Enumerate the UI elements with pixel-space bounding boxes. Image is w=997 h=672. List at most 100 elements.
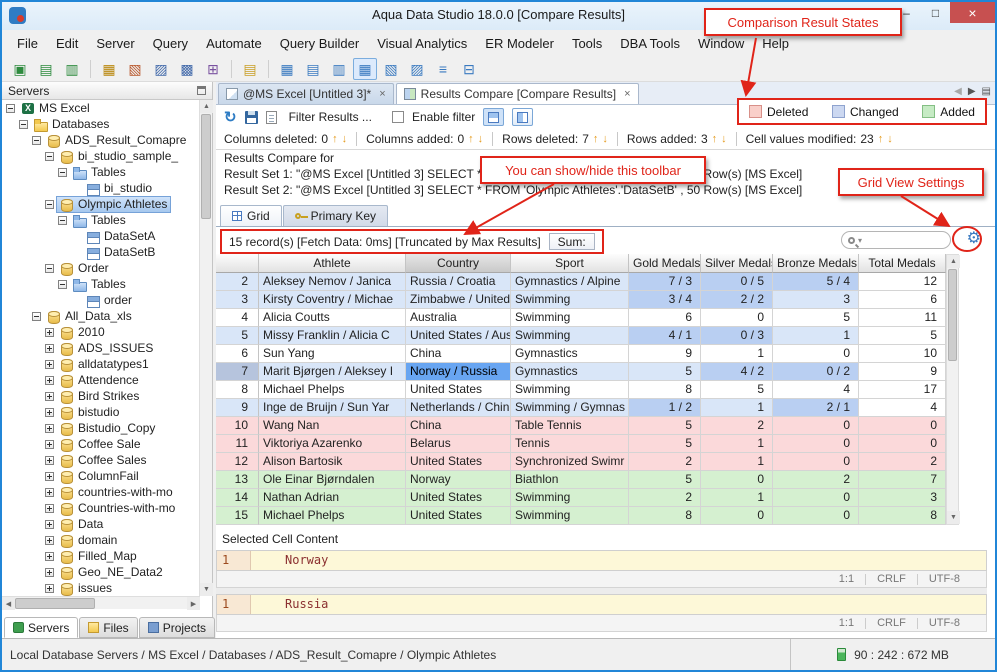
cell-sport[interactable]: Swimming [511, 381, 629, 399]
tree-item-all-data-xls[interactable]: All_Data_xls [2, 308, 200, 324]
cell-silver[interactable]: 0 / 5 [701, 273, 773, 291]
cell-gold[interactable]: 7 / 3 [629, 273, 701, 291]
expand-toggle-icon[interactable] [45, 567, 54, 577]
collapse-toggle-icon[interactable] [45, 151, 54, 161]
tree-item-olympic-athletes[interactable]: Olympic Athletes [2, 195, 200, 213]
cell-total[interactable]: 8 [859, 507, 946, 525]
expand-toggle-icon[interactable] [45, 583, 54, 593]
cell-silver[interactable]: 0 [701, 507, 773, 525]
row-number[interactable]: 2 [216, 273, 259, 291]
print-preview-icon[interactable] [265, 110, 277, 124]
expand-toggle-icon[interactable] [45, 503, 54, 513]
tree-item-bistudio-copy[interactable]: Bistudio_Copy [2, 420, 200, 436]
previous-difference-button[interactable]: ↑ [593, 133, 599, 145]
cell-total[interactable]: 2 [859, 453, 946, 471]
cell-sport[interactable]: Gymnastics / Alpine [511, 273, 629, 291]
expand-toggle-icon[interactable] [45, 359, 54, 369]
next-difference-button[interactable]: ↓ [602, 133, 608, 145]
cell-country[interactable]: United States / Aus [406, 327, 511, 345]
filter-results-label[interactable]: Filter Results ... [289, 110, 372, 124]
expand-toggle-icon[interactable] [45, 455, 54, 465]
tree-item-dataseta[interactable]: DataSetA [2, 228, 200, 244]
cell-sport[interactable]: Swimming [511, 489, 629, 507]
collapse-toggle-icon[interactable] [32, 311, 41, 321]
results-pivot-button[interactable]: ▥ [327, 58, 351, 80]
cell-gold[interactable]: 1 / 2 [629, 399, 701, 417]
menu-item-automate[interactable]: Automate [197, 32, 271, 55]
text-wrap-button[interactable]: ≡ [431, 58, 455, 80]
cell-bronze[interactable]: 0 [773, 453, 859, 471]
cell-athlete[interactable]: Michael Phelps [259, 507, 406, 525]
query-analyzer-button[interactable]: ▧ [123, 58, 147, 80]
cell-country[interactable]: Zimbabwe / United [406, 291, 511, 309]
sidebar-tab-servers[interactable]: Servers [4, 617, 79, 638]
scroll-tabs-left-button[interactable]: ◀ [954, 86, 962, 97]
scrollbar-thumb[interactable] [201, 114, 211, 219]
cell-total[interactable]: 3 [859, 489, 946, 507]
cell-sport[interactable]: Swimming / Gymnas [511, 399, 629, 417]
scroll-right-icon[interactable]: ▶ [187, 597, 200, 610]
cell-sport[interactable]: Swimming [511, 291, 629, 309]
cell-gold[interactable]: 5 [629, 417, 701, 435]
expand-toggle-icon[interactable] [45, 375, 54, 385]
collapse-toggle-icon[interactable] [58, 167, 67, 177]
scroll-left-icon[interactable]: ◀ [2, 597, 15, 610]
expand-toggle-icon[interactable] [45, 407, 54, 417]
cell-country[interactable]: United States [406, 507, 511, 525]
expand-toggle-icon[interactable] [45, 327, 54, 337]
search-input[interactable] [865, 234, 936, 246]
cell-athlete[interactable]: Sun Yang [259, 345, 406, 363]
expand-toggle-icon[interactable] [45, 439, 54, 449]
tree-item-bi-studio[interactable]: bi_studio [2, 180, 200, 196]
row-number[interactable]: 7 [216, 363, 259, 381]
next-difference-button[interactable]: ↓ [342, 133, 348, 145]
menu-item-visual-analytics[interactable]: Visual Analytics [368, 32, 476, 55]
close-tab-icon[interactable]: × [379, 88, 385, 100]
tab-primary-key[interactable]: Primary Key [282, 205, 389, 226]
cell-country[interactable]: China [406, 345, 511, 363]
cell-country[interactable]: Norway / Russia [406, 363, 511, 381]
row-number[interactable]: 5 [216, 327, 259, 345]
scrollbar-thumb[interactable] [15, 598, 95, 609]
cell-total[interactable]: 12 [859, 273, 946, 291]
cell-total[interactable]: 17 [859, 381, 946, 399]
cell-gold[interactable]: 5 [629, 363, 701, 381]
previous-difference-button[interactable]: ↑ [878, 133, 884, 145]
cell-athlete[interactable]: Ole Einar Bjørndalen [259, 471, 406, 489]
tree-item-databases[interactable]: Databases [2, 116, 200, 132]
cell-total[interactable]: 0 [859, 417, 946, 435]
sidebar-tab-projects[interactable]: Projects [138, 617, 216, 638]
cell-gold[interactable]: 2 [629, 489, 701, 507]
cell-gold[interactable]: 6 [629, 309, 701, 327]
tab-list-button[interactable]: ▤ [982, 86, 991, 97]
cell-country[interactable]: Norway [406, 471, 511, 489]
expand-toggle-icon[interactable] [45, 423, 54, 433]
menu-item-server[interactable]: Server [87, 32, 143, 55]
cell-total[interactable]: 9 [859, 363, 946, 381]
tree-item-data[interactable]: Data [2, 516, 200, 532]
tree-item-datasetb[interactable]: DataSetB [2, 244, 200, 260]
float-panel-icon[interactable] [197, 86, 206, 95]
er-diagram-button[interactable]: ▨ [405, 58, 429, 80]
maximize-button[interactable]: □ [921, 2, 950, 23]
previous-difference-button[interactable]: ↑ [468, 133, 474, 145]
cell-bronze[interactable]: 0 [773, 507, 859, 525]
tree-horizontal-scrollbar[interactable]: ◀ ▶ [2, 596, 200, 610]
tree-item-bi-studio-sample[interactable]: bi_studio_sample_ [2, 148, 200, 164]
sum-button[interactable]: Sum: [548, 233, 595, 250]
column-header-silver-medals[interactable]: Silver Medals [701, 254, 773, 273]
cell-silver[interactable]: 2 [701, 417, 773, 435]
cell-silver[interactable]: 5 [701, 381, 773, 399]
cell-athlete[interactable]: Aleksey Nemov / Janica [259, 273, 406, 291]
grid-view-settings-button[interactable]: ⚙ [967, 230, 981, 248]
cell-country[interactable]: United States [406, 489, 511, 507]
cell-total[interactable]: 0 [859, 435, 946, 453]
menu-item-dba-tools[interactable]: DBA Tools [611, 32, 689, 55]
menu-item-file[interactable]: File [8, 32, 47, 55]
tree-item-domain[interactable]: domain [2, 532, 200, 548]
column-header-total-medals[interactable]: Total Medals [859, 254, 946, 273]
cell-athlete[interactable]: Wang Nan [259, 417, 406, 435]
row-number[interactable]: 13 [216, 471, 259, 489]
cell-silver[interactable]: 1 [701, 435, 773, 453]
cell-athlete[interactable]: Marit Bjørgen / Aleksey I [259, 363, 406, 381]
